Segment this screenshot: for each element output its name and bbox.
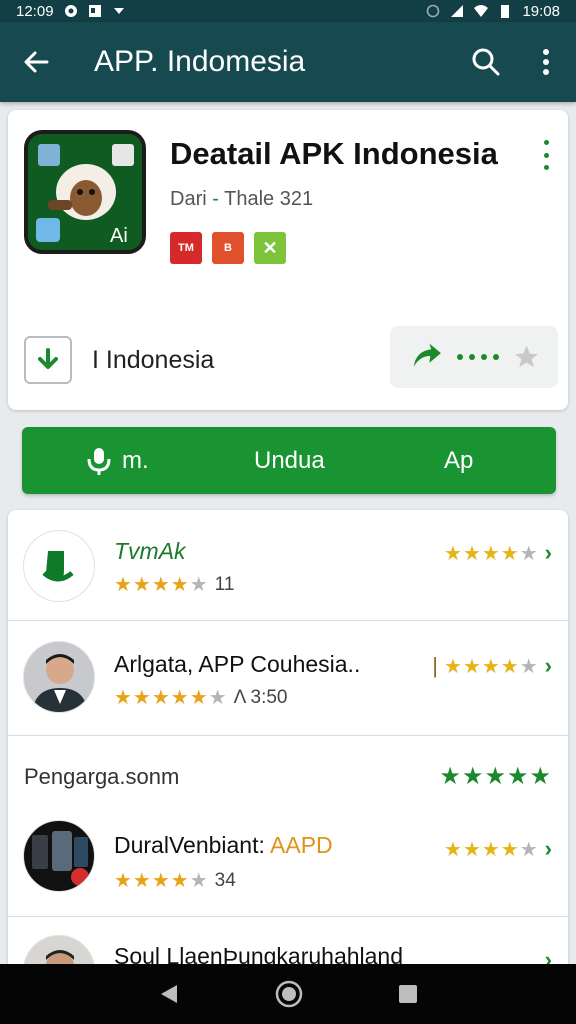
right-stars: ★★★★★	[444, 542, 539, 565]
badge-b: B	[212, 232, 244, 264]
alarm-icon	[427, 4, 440, 18]
rating-stars: ★★★★★	[114, 574, 209, 596]
row-title: Arlgata, APP Couhesia..	[114, 651, 361, 677]
row-title-main: DuralVenbiant:	[114, 832, 265, 858]
rate-widget[interactable]	[390, 326, 558, 388]
back-button[interactable]	[0, 22, 72, 102]
chevron-right-icon: ›	[544, 540, 552, 565]
row-rating: ★★★★★★ Λ 3:50	[114, 685, 288, 710]
download-checkbox[interactable]	[24, 336, 72, 384]
star-icon	[515, 345, 538, 368]
developer-prefix: Dari	[170, 188, 207, 210]
separator-mark: |	[432, 653, 439, 678]
status-bar: 12:09 19:08	[0, 0, 576, 22]
developer-name: Thale 321	[224, 188, 314, 210]
row-title-accent: AAPD	[270, 832, 333, 858]
rating-count: 34	[214, 869, 236, 891]
app-icon: Ai	[24, 130, 146, 254]
mic-label: m.	[122, 446, 149, 474]
app-avatar	[23, 530, 95, 602]
search-icon	[472, 48, 500, 76]
nav-recents-icon[interactable]	[397, 983, 419, 1005]
nav-back-icon[interactable]	[157, 982, 181, 1006]
action-bar: m. Undua Ap	[22, 427, 556, 494]
row-rating: ★★★★★ 11	[114, 572, 234, 597]
right-rating: ★★★★★ ›	[444, 540, 552, 566]
phones-avatar	[23, 820, 95, 892]
rating-dots	[456, 354, 499, 360]
app-list: TvmAk ★★★★★ 11 ★★★★★ › Arlgata, APP Couh…	[8, 510, 568, 970]
nav-home-icon[interactable]	[274, 979, 304, 1009]
list-item[interactable]: Soul LlaenÞungkaruhahland ›	[8, 917, 568, 970]
list-item[interactable]: TvmAk ★★★★★ 11 ★★★★★ ›	[8, 510, 568, 620]
notification-icon	[64, 5, 77, 17]
app-detail-card: Ai Deatail APK Indonesia Dari - Thale 32…	[8, 110, 568, 410]
mic-button[interactable]: m.	[86, 446, 149, 476]
chevron-right-icon: ›	[544, 836, 552, 861]
section-header: Pengarga.sonm ★★★★★	[8, 736, 568, 806]
right-stars: ★★★★★	[444, 838, 539, 861]
right-stars: ★★★★★	[444, 655, 539, 678]
green-stars: ★★★★★	[439, 763, 552, 790]
list-item[interactable]: DuralVenbiant: AAPD ★★★★★ 34 ★★★★★ ›	[8, 806, 568, 916]
rating-count: 11	[214, 573, 235, 595]
list-item[interactable]: Arlgata, APP Couhesia.. ★★★★★★ Λ 3:50 | …	[8, 621, 568, 735]
app-button[interactable]: Ap	[444, 447, 473, 475]
app-name: Deatail APK Indonesia	[170, 136, 498, 171]
rating-count: Λ 3:50	[233, 686, 288, 708]
chevron-right-icon: ›	[544, 653, 552, 678]
signal-icon	[451, 5, 464, 17]
developer-dash: -	[212, 188, 219, 210]
badge-x: ✕	[254, 232, 286, 264]
share-icon	[413, 343, 441, 367]
status-time-right: 19:08	[522, 2, 560, 20]
download-label: Undua	[254, 446, 325, 474]
right-rating: ★★★★★ ›	[444, 836, 552, 862]
svg-text:Ai: Ai	[110, 225, 128, 247]
more-vert-icon	[543, 49, 549, 75]
more-options-button[interactable]	[516, 22, 576, 102]
row-title: DuralVenbiant: AAPD	[114, 832, 333, 859]
section-stars: ★★★★★	[439, 762, 552, 791]
system-nav-bar	[0, 964, 576, 1024]
arrow-left-icon	[24, 51, 49, 73]
wifi-icon	[474, 5, 489, 17]
document-icon	[88, 5, 101, 17]
row-title: TvmAk	[114, 538, 186, 564]
person-avatar	[23, 641, 95, 713]
badge-tm: TM	[170, 232, 202, 264]
battery-icon	[501, 5, 510, 18]
developer-line[interactable]: Dari - Thale 321	[170, 188, 313, 211]
chevron-down-icon	[113, 8, 124, 14]
download-arrow-icon	[38, 348, 58, 369]
section-title: Pengarga.sonm	[24, 764, 180, 789]
row-rating: ★★★★★ 34	[114, 868, 236, 893]
right-rating: | ★★★★★ ›	[432, 653, 552, 679]
install-row[interactable]: I Indonesia	[24, 336, 214, 384]
search-button[interactable]	[456, 22, 516, 102]
badge-row: TM B ✕	[170, 232, 286, 264]
app-label: Ap	[444, 446, 474, 474]
rating-stars: ★★★★★	[114, 870, 209, 892]
page-title: APP. Indomesia	[94, 45, 306, 78]
status-time-left: 12:09	[16, 2, 54, 20]
rating-stars: ★★★★★★	[114, 687, 228, 709]
microphone-icon	[87, 447, 111, 475]
install-label: I Indonesia	[92, 345, 215, 374]
app-bar: APP. Indomesia	[0, 22, 576, 102]
download-button[interactable]: Undua	[254, 447, 325, 475]
card-more-button[interactable]	[536, 140, 556, 170]
